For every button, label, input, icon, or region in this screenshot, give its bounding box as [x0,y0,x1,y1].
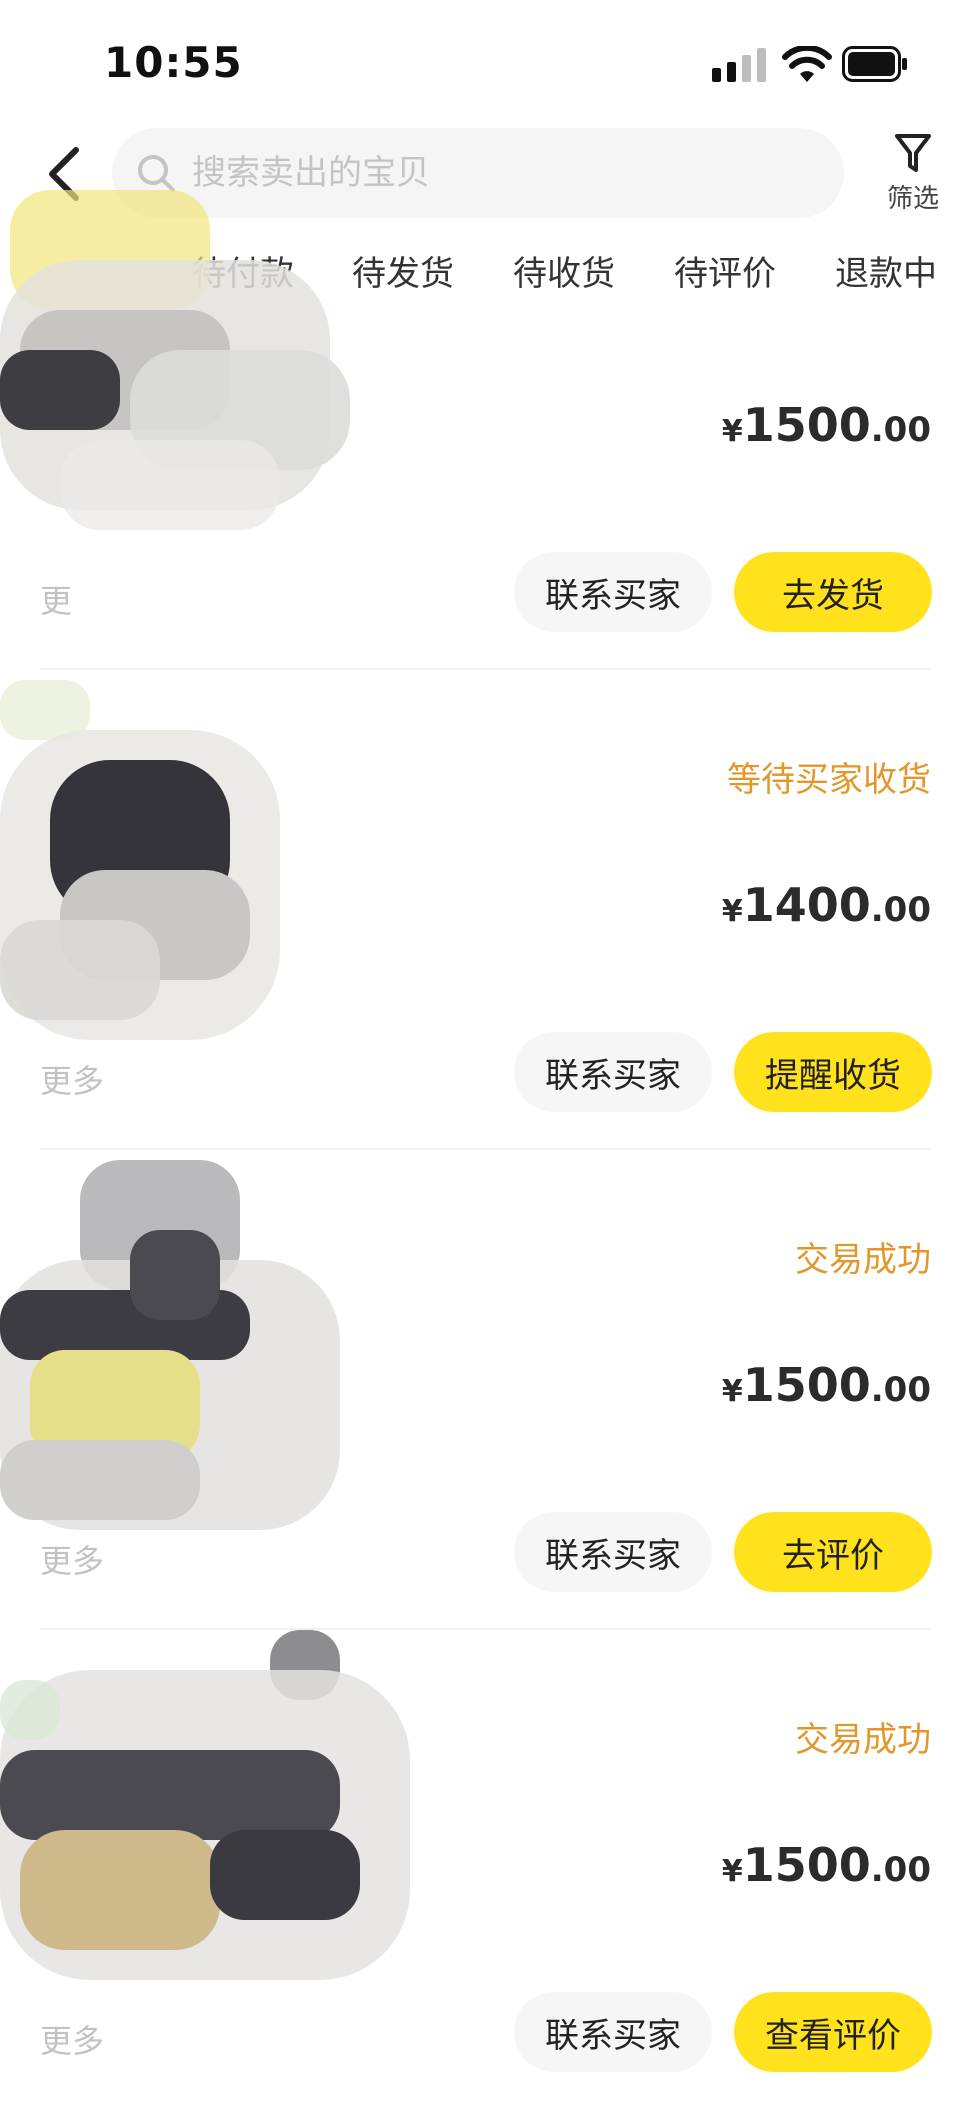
order-card: 交易成功 ¥1500.00 更多 联系买家 查看评价 [0,1630,971,2110]
search-input[interactable] [190,152,814,194]
remind-receipt-button[interactable]: 提醒收货 [734,1032,932,1112]
product-thumbnail-blurred[interactable] [0,190,420,570]
order-card: ¥1500.00 更 联系买家 去发货 [0,190,971,670]
product-thumbnail-blurred[interactable] [0,1150,420,1530]
order-price: ¥1500.00 [721,398,931,452]
product-thumbnail-blurred[interactable] [0,670,420,1050]
contact-buyer-button[interactable]: 联系买家 [514,552,712,632]
more-link[interactable]: 更 [40,576,72,622]
order-price: ¥1500.00 [721,1358,931,1412]
status-time: 10:55 [104,38,243,87]
order-card: 交易成功 ¥1500.00 更多 联系买家 去评价 [0,1150,971,1630]
order-status: 交易成功 [795,1720,931,1760]
product-thumbnail-blurred[interactable] [0,1630,420,2010]
contact-buyer-button[interactable]: 联系买家 [514,1512,712,1592]
order-price: ¥1400.00 [721,878,931,932]
order-price: ¥1500.00 [721,1838,931,1892]
contact-buyer-button[interactable]: 联系买家 [514,1032,712,1112]
battery-icon [842,46,907,82]
cellular-signal-icon [712,48,766,82]
contact-buyer-button[interactable]: 联系买家 [514,1992,712,2072]
view-review-button[interactable]: 查看评价 [734,1992,932,2072]
search-icon [138,155,175,192]
funnel-icon [895,134,931,172]
ship-button[interactable]: 去发货 [734,552,932,632]
more-link[interactable]: 更多 [40,2016,104,2062]
order-status: 交易成功 [795,1240,931,1280]
more-link[interactable]: 更多 [40,1536,104,1582]
order-card: 等待买家收货 ¥1400.00 更多 联系买家 提醒收货 [0,670,971,1150]
wifi-icon [782,46,832,82]
order-status: 等待买家收货 [727,760,931,800]
more-link[interactable]: 更多 [40,1056,104,1102]
review-button[interactable]: 去评价 [734,1512,932,1592]
